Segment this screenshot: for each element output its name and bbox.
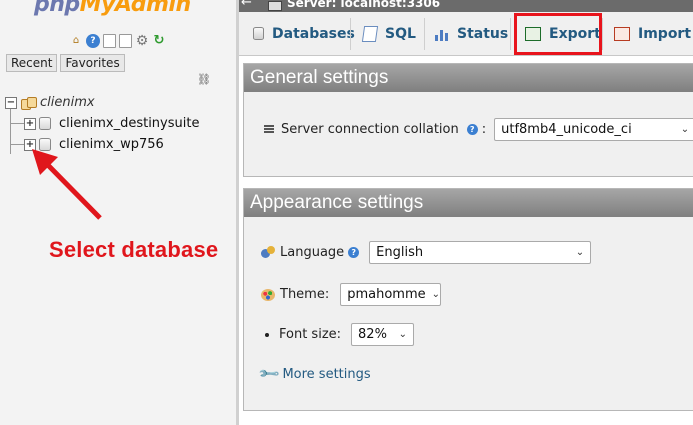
tree-line [10,107,11,154]
quick-links: ⌂ ? ⚙ ↻ [69,34,166,48]
navigation-panel: phpMyAdmin ⌂ ? ⚙ ↻ Recent Favorites ⛓ − … [0,0,236,425]
back-arrow-icon[interactable]: ← [241,0,252,10]
import-icon [614,26,630,41]
bullet [265,332,269,337]
recent-tab[interactable]: Recent [6,54,58,72]
sql-icon [361,25,379,42]
collation-row: Server connection collation ? : utf8mb4_… [264,118,693,141]
language-row: Language ? English ⌄ [261,241,592,264]
general-settings-panel: General settings Server connection colla… [243,63,693,177]
language-select[interactable]: English ⌄ [369,241,592,264]
theme-select[interactable]: pmahomme ⌄ [340,283,442,306]
more-settings-row: 🔧 More settings [258,362,371,386]
chevron-down-icon: ⌄ [398,329,408,340]
theme-row: Theme: pmahomme ⌄ [261,283,442,306]
favorites-tab[interactable]: Favorites [60,54,125,72]
tree-root-group[interactable]: − clienimx [5,95,95,110]
more-settings-link[interactable]: More settings [282,367,370,382]
server-icon [268,1,282,11]
collation-label: Server connection collation [281,122,459,137]
expand-icon[interactable]: + [24,117,36,130]
reload-icon[interactable]: ↻ [152,34,166,48]
server-breadcrumb[interactable]: Server: localhost:3306 [287,0,440,10]
tab-databases[interactable]: Databases [253,12,355,55]
fontsize-row: Font size: 82% ⌄ [261,323,415,346]
arrow-shaft [40,157,102,220]
language-label: Language [280,245,345,260]
link-chain-icon[interactable]: ⛓ [197,73,211,86]
docs-icon[interactable] [103,34,116,48]
server-breadcrumb-bar: ← Server: localhost:3306 [239,0,693,12]
main-menu: Databases SQL Status Export Import [239,12,693,56]
database-icon [39,117,51,130]
chevron-down-icon: ⌄ [431,289,441,300]
tab-sql[interactable]: SQL [361,12,416,55]
appearance-settings-panel: Appearance settings Language ? English ⌄… [243,188,693,411]
status-chart-icon [435,27,449,41]
gear-icon[interactable]: ⚙ [135,34,149,48]
tab-status[interactable]: Status [435,12,508,55]
theme-palette-icon [261,288,275,301]
export-highlight-box [514,13,602,55]
help-icon[interactable]: ? [466,124,478,135]
help-icon[interactable]: ? [348,247,360,258]
database-icon [253,27,264,40]
annotation-text: Select database [49,237,219,262]
fontsize-label: Font size: [279,327,342,342]
panel-title: Appearance settings [244,189,693,217]
phpmyadmin-logo[interactable]: phpMyAdmin [34,0,191,17]
fontsize-select[interactable]: 82% ⌄ [351,323,415,346]
home-icon[interactable]: ⌂ [69,34,83,48]
chevron-down-icon: ⌄ [680,124,690,135]
tree-root-label: clienimx [40,95,95,110]
tab-import[interactable]: Import [614,12,691,55]
collapse-icon[interactable]: − [5,96,17,109]
panel-divider[interactable] [236,0,239,425]
panel-title: General settings [244,64,693,92]
sql-docs-icon[interactable] [119,34,132,48]
collation-icon [264,125,274,134]
chevron-down-icon: ⌄ [575,247,585,258]
annotation-arrow [32,149,102,220]
wrench-icon: 🔧 [257,362,282,386]
theme-label: Theme: [280,287,330,302]
tree-item-database[interactable]: + clienimx_destinysuite [24,116,199,131]
recent-favorites-tabs: Recent Favorites [6,54,125,72]
collation-select[interactable]: utf8mb4_unicode_ci ⌄ [494,118,693,141]
help-icon[interactable]: ? [86,34,100,48]
language-icon [261,245,275,260]
database-name[interactable]: clienimx_destinysuite [59,116,199,131]
database-group-icon [21,96,37,110]
